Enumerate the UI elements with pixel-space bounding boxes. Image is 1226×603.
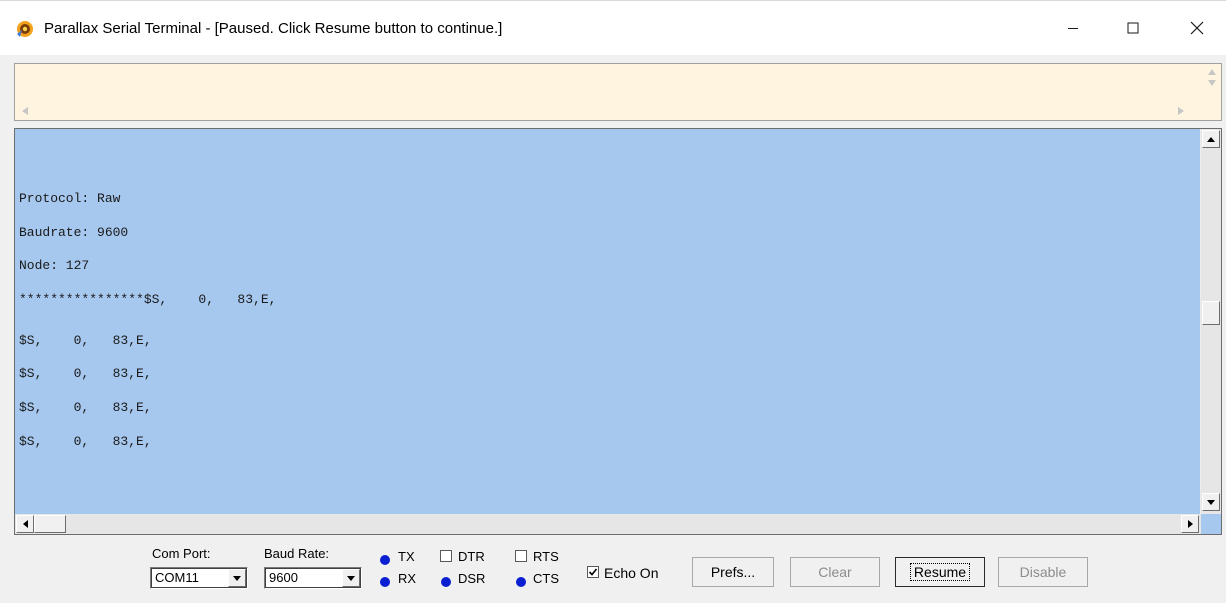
maximize-icon <box>1127 22 1139 34</box>
transmit-horizontal-scrollbar[interactable] <box>15 100 1203 120</box>
baud-rate-dropdown-button[interactable] <box>342 569 360 587</box>
close-button[interactable] <box>1168 1 1226 55</box>
transmit-vertical-scrollbar[interactable] <box>1203 64 1221 120</box>
com-port-dropdown-button[interactable] <box>228 569 246 587</box>
receive-line: $S, 0, 83,E, <box>19 399 152 415</box>
maximize-button[interactable] <box>1104 1 1162 55</box>
receive-line: Node: 127 <box>19 258 90 274</box>
dsr-led-icon <box>441 577 451 587</box>
com-port-select[interactable]: COM11 <box>150 567 248 589</box>
receive-line: $S, 0, 83,E, <box>19 332 152 348</box>
baud-rate-value: 9600 <box>269 570 298 585</box>
receive-line: $S, 0, 83,E, <box>19 366 152 382</box>
checkmark-icon <box>588 568 598 576</box>
cts-label: CTS <box>533 571 559 586</box>
scroll-left-button[interactable] <box>16 515 34 533</box>
baud-rate-select[interactable]: 9600 <box>264 567 362 589</box>
receive-horizontal-scrollbar[interactable] <box>15 514 1201 534</box>
vertical-scroll-thumb[interactable] <box>1202 301 1220 325</box>
chevron-down-icon <box>347 575 355 581</box>
scroll-left-arrow-icon[interactable] <box>21 106 29 116</box>
resume-button[interactable]: Resume <box>895 557 985 587</box>
scroll-down-arrow-icon[interactable] <box>1207 79 1217 87</box>
receive-text: Protocol: Raw Baudrate: 9600 Node: 127 *… <box>19 191 276 467</box>
tx-led-icon <box>380 555 390 565</box>
down-arrow-icon <box>1207 499 1215 505</box>
resume-button-label: Resume <box>909 563 971 581</box>
tx-label: TX <box>398 549 415 564</box>
transmit-pane[interactable] <box>14 63 1222 121</box>
parallax-app-icon <box>17 21 33 37</box>
minimize-icon <box>1068 28 1078 29</box>
clear-button[interactable]: Clear <box>790 557 880 587</box>
minimize-button[interactable] <box>1044 1 1102 55</box>
receive-pane[interactable]: Protocol: Raw Baudrate: 9600 Node: 127 *… <box>14 128 1222 535</box>
up-arrow-icon <box>1207 136 1215 142</box>
rx-led-icon <box>380 577 390 587</box>
rts-label: RTS <box>533 549 559 564</box>
horizontal-scroll-thumb[interactable] <box>34 515 66 533</box>
receive-line: Baudrate: 9600 <box>19 224 129 240</box>
left-arrow-icon <box>22 520 28 528</box>
com-port-label: Com Port: <box>152 546 211 561</box>
scroll-up-arrow-icon[interactable] <box>1207 68 1217 76</box>
com-port-value: COM11 <box>155 570 199 585</box>
close-icon <box>1190 21 1204 35</box>
baud-rate-label: Baud Rate: <box>264 546 330 561</box>
receive-vertical-scrollbar[interactable] <box>1200 129 1221 514</box>
receive-line: ****************$S, 0, 83,E, <box>19 291 277 307</box>
echo-on-label: Echo On <box>604 565 659 581</box>
dtr-checkbox[interactable] <box>440 550 452 562</box>
scroll-down-button[interactable] <box>1202 493 1220 511</box>
right-arrow-icon <box>1187 520 1193 528</box>
scroll-up-button[interactable] <box>1202 130 1220 148</box>
serial-terminal-window: Parallax Serial Terminal - [Paused. Clic… <box>0 0 1226 603</box>
prefs-button[interactable]: Prefs... <box>692 557 774 587</box>
title-bar[interactable]: Parallax Serial Terminal - [Paused. Clic… <box>0 0 1226 55</box>
echo-on-checkbox[interactable] <box>587 566 599 578</box>
rts-checkbox[interactable] <box>515 550 527 562</box>
dtr-label: DTR <box>458 549 485 564</box>
receive-line: Protocol: Raw <box>19 191 121 206</box>
window-title: Parallax Serial Terminal - [Paused. Clic… <box>44 20 503 37</box>
chevron-down-icon <box>233 575 241 581</box>
rx-label: RX <box>398 571 417 586</box>
scroll-right-button[interactable] <box>1181 515 1199 533</box>
scroll-right-arrow-icon[interactable] <box>1177 106 1185 116</box>
receive-line: $S, 0, 83,E, <box>19 433 152 449</box>
cts-led-icon <box>516 577 526 587</box>
disable-button[interactable]: Disable <box>998 557 1088 587</box>
dsr-label: DSR <box>458 571 486 586</box>
